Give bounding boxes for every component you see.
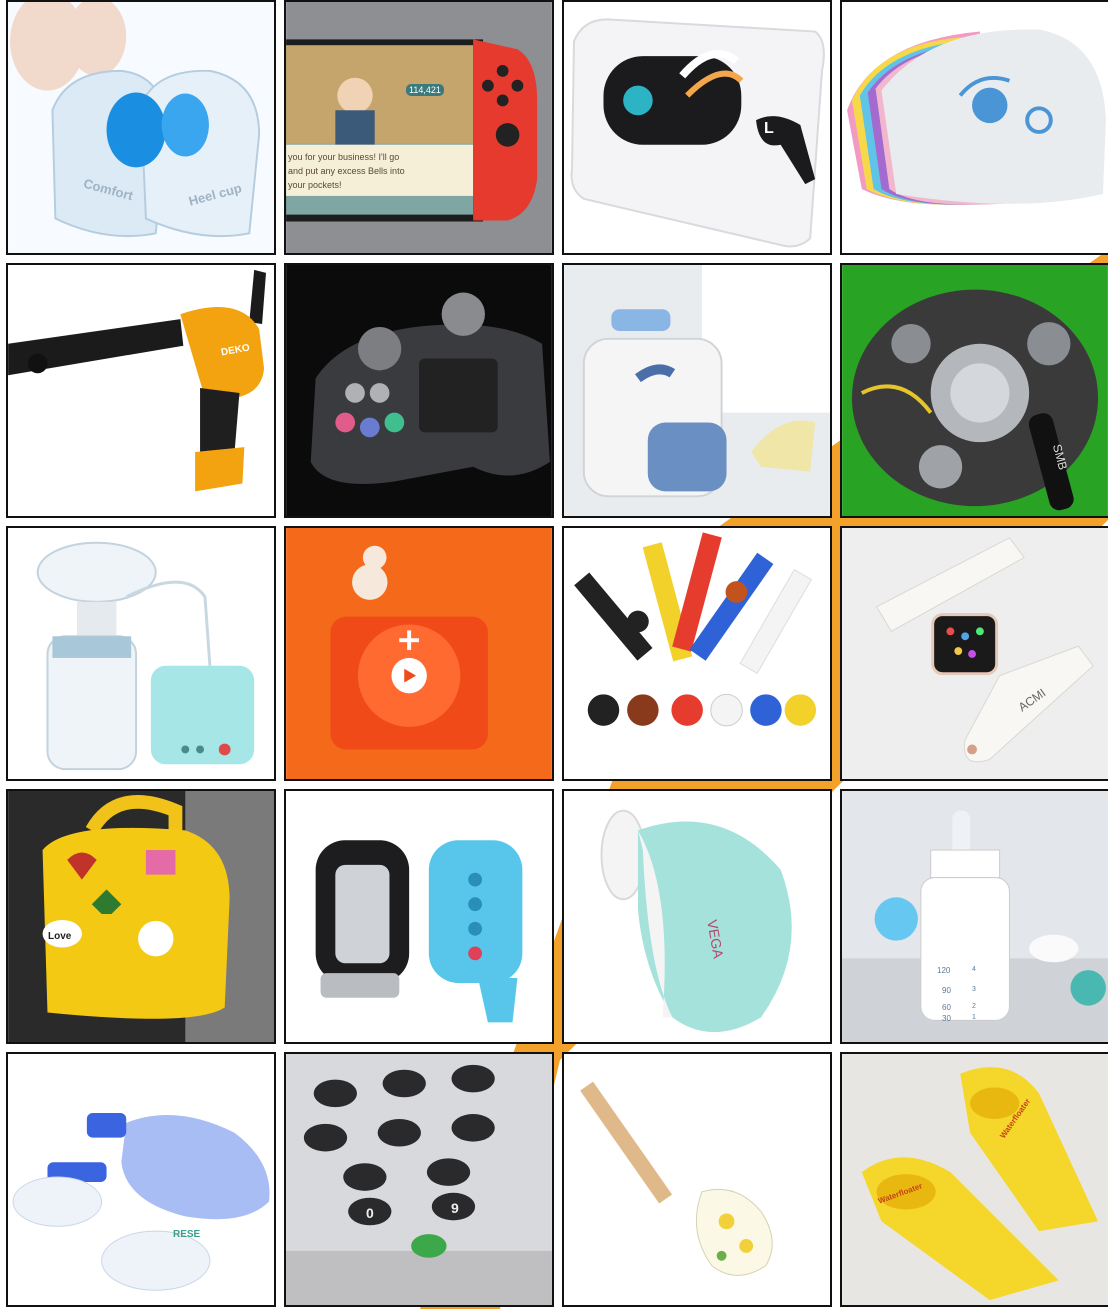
resuscitator-image [8, 1054, 274, 1305]
spatula-image [564, 1054, 830, 1305]
swim-caps-image [842, 2, 1108, 253]
tile-game-controller[interactable] [284, 263, 554, 518]
tile-watch-band[interactable]: ACMI [840, 526, 1108, 781]
tile-key-fob-cover[interactable] [284, 789, 554, 1044]
slap-bracelets-image [564, 528, 830, 779]
tile-slap-bracelets[interactable] [562, 526, 832, 781]
keypad-image [286, 1054, 552, 1305]
tile-face-brush[interactable]: VEGA [562, 789, 832, 1044]
tile-swim-fins[interactable]: Waterfloater Waterfloater [840, 1052, 1108, 1307]
tile-breast-pump[interactable] [6, 526, 276, 781]
tile-spatula[interactable] [562, 1052, 832, 1307]
product-image-grid: Comfort Heel cup 114,421 you for your bu… [6, 0, 1108, 1307]
tile-keypad[interactable]: 0 9 [284, 1052, 554, 1307]
backpack-image [8, 791, 274, 1042]
tile-caulking-gun[interactable]: DEKO [6, 263, 276, 518]
swim-fins-image [842, 1054, 1108, 1305]
music-player-image [286, 528, 552, 779]
tile-bags-accessories[interactable] [562, 263, 832, 518]
tile-game-console[interactable]: 114,421 you for your business! I'll go a… [284, 0, 554, 255]
earbuds-case-image [564, 2, 830, 253]
bags-accessories-image [564, 265, 830, 516]
car-engine-image [842, 265, 1108, 516]
face-brush-image [564, 791, 830, 1042]
tile-resuscitator[interactable]: RESE [6, 1052, 276, 1307]
game-controller-image [286, 265, 552, 516]
tile-car-engine[interactable]: SMB [840, 263, 1108, 518]
tile-earbuds-case[interactable]: L [562, 0, 832, 255]
key-fob-cover-image [286, 791, 552, 1042]
caulking-gun-image [8, 265, 274, 516]
tile-heel-cups[interactable]: Comfort Heel cup [6, 0, 276, 255]
heel-cups-image [8, 2, 274, 253]
watch-band-image [842, 528, 1108, 779]
tile-swim-caps[interactable] [840, 0, 1108, 255]
tile-music-player[interactable] [284, 526, 554, 781]
game-console-image [286, 2, 552, 253]
tile-backpack[interactable]: Love [6, 789, 276, 1044]
breast-pump-image [8, 528, 274, 779]
tile-baby-bottle[interactable]: 120 90 60 30 4 3 2 1 [840, 789, 1108, 1044]
baby-bottle-image [842, 791, 1108, 1042]
